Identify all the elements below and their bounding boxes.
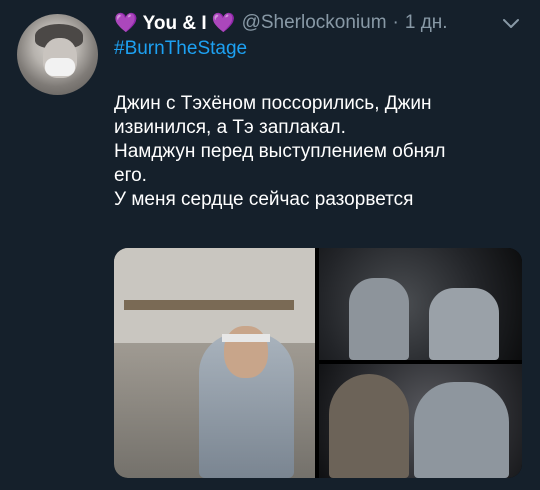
- media-grid: [114, 248, 522, 478]
- image-person: [329, 374, 409, 478]
- display-name[interactable]: 💜 You & I 💜: [114, 11, 236, 35]
- hashtag-link[interactable]: #BurnTheStage: [114, 38, 247, 60]
- avatar-mask: [45, 58, 75, 76]
- timestamp[interactable]: 1 дн.: [405, 12, 448, 34]
- tweet-text-line: его.: [114, 165, 147, 186]
- image-shelf: [124, 300, 294, 310]
- tweet-text-line: Намджун перед выступлением обнял: [114, 141, 446, 162]
- image-wall: [114, 248, 315, 343]
- media-image-2[interactable]: [319, 248, 522, 360]
- user-handle[interactable]: @Sherlockonium: [242, 12, 387, 34]
- media-image-3[interactable]: [319, 364, 522, 478]
- chevron-down-icon: [503, 19, 519, 28]
- tweet[interactable]: 💜 You & I 💜 @Sherlockonium · 1 дн. #Burn…: [0, 0, 540, 490]
- tweet-text: Джин с Тэхёном поссорились, Джин извинил…: [114, 92, 524, 212]
- tweet-text-line: извинился, а Тэ заплакал.: [114, 117, 346, 138]
- image-person: [349, 278, 409, 360]
- media-image-1[interactable]: [114, 248, 315, 478]
- tweet-text-line: Джин с Тэхёном поссорились, Джин: [114, 93, 432, 114]
- tweet-text-line: У меня сердце сейчас разорвется: [114, 189, 414, 210]
- image-person: [414, 382, 509, 478]
- image-headband: [222, 334, 270, 342]
- image-person: [429, 288, 499, 360]
- separator-dot: ·: [392, 12, 399, 33]
- avatar[interactable]: [17, 14, 98, 95]
- tweet-header: 💜 You & I 💜 @Sherlockonium · 1 дн.: [114, 10, 494, 36]
- more-options-button[interactable]: [496, 12, 526, 36]
